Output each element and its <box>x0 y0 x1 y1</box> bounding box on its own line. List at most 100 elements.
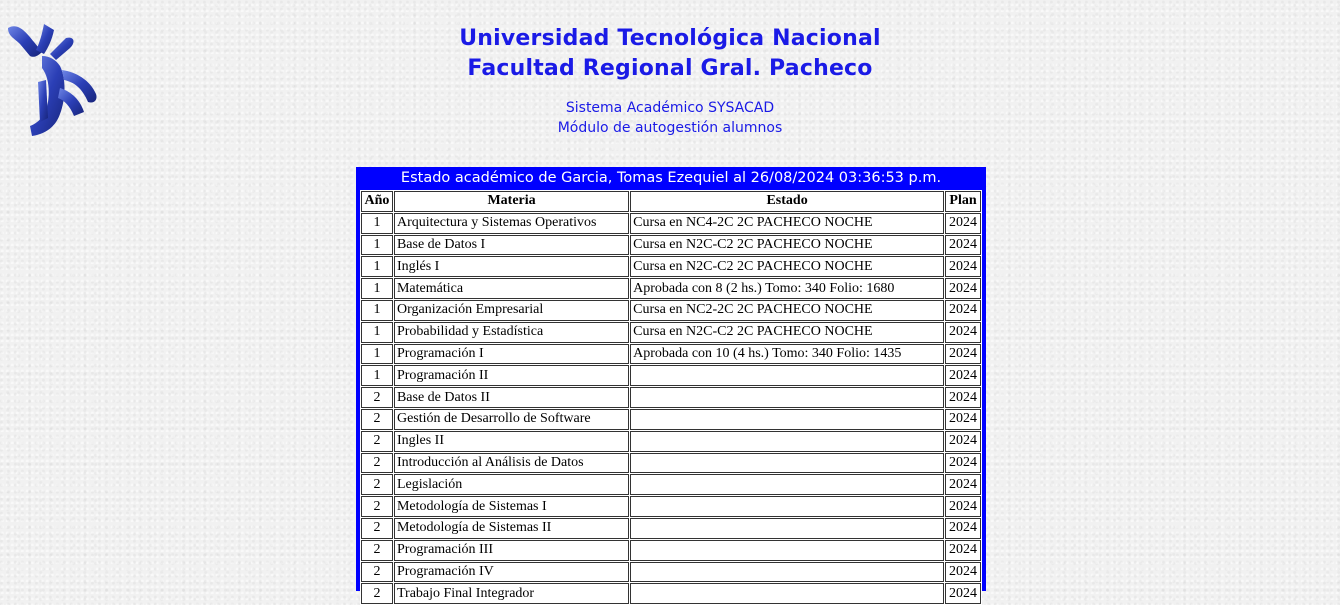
cell-materia: Base de Datos I <box>393 234 630 256</box>
cell-materia: Probabilidad y Estadística <box>393 321 630 343</box>
university-name: Universidad Tecnológica Nacional <box>459 26 881 51</box>
table-row: 2 Introducción al Análisis de Datos 2024 <box>361 452 981 474</box>
cell-materia: Introducción al Análisis de Datos <box>393 452 630 474</box>
cell-plan: 2024 <box>945 430 981 452</box>
cell-anio: 2 <box>361 474 393 496</box>
cell-plan: 2024 <box>945 256 981 278</box>
cell-estado <box>630 408 945 430</box>
module-name: Módulo de autogestión alumnos <box>557 120 783 136</box>
table-row: 2 Metodología de Sistemas II 2024 <box>361 517 981 539</box>
page-header: Universidad Tecnológica Nacional Faculta… <box>0 24 1340 138</box>
table-row: 2 Ingles II 2024 <box>361 430 981 452</box>
table-row: 2 Gestión de Desarrollo de Software 2024 <box>361 408 981 430</box>
cell-anio: 1 <box>361 343 393 365</box>
cell-plan: 2024 <box>945 452 981 474</box>
cell-materia: Metodología de Sistemas II <box>393 517 630 539</box>
cell-materia: Metodología de Sistemas I <box>393 496 630 517</box>
cell-plan: 2024 <box>945 234 981 256</box>
cell-estado: Cursa en NC4-2C 2C PACHECO NOCHE <box>630 212 945 234</box>
cell-estado: Cursa en NC2-2C 2C PACHECO NOCHE <box>630 299 945 321</box>
academic-status-panel: Estado académico de Garcia, Tomas Ezequi… <box>356 167 986 605</box>
cell-estado <box>630 474 945 496</box>
cell-anio: 2 <box>361 583 393 605</box>
cell-anio: 2 <box>361 452 393 474</box>
cell-materia: Base de Datos II <box>393 387 630 408</box>
cell-anio: 1 <box>361 365 393 387</box>
table-row: 2 Programación IV 2024 <box>361 561 981 583</box>
cell-plan: 2024 <box>945 299 981 321</box>
cell-materia: Inglés I <box>393 256 630 278</box>
table-row: 1 Base de Datos I Cursa en N2C-C2 2C PACHE… <box>361 234 981 256</box>
cell-plan: 2024 <box>945 212 981 234</box>
cell-anio: 1 <box>361 212 393 234</box>
table-row: 2 Metodología de Sistemas I 2024 <box>361 496 981 517</box>
cell-anio: 1 <box>361 278 393 299</box>
cell-estado <box>630 387 945 408</box>
column-header-estado: Estado <box>630 191 945 212</box>
cell-anio: 2 <box>361 496 393 517</box>
column-header-materia: Materia <box>393 191 630 212</box>
cell-anio: 2 <box>361 387 393 408</box>
cell-anio: 1 <box>361 321 393 343</box>
table-row: 2 Programación III 2024 <box>361 539 981 561</box>
cell-plan: 2024 <box>945 365 981 387</box>
table-row: 2 Trabajo Final Integrador 2024 <box>361 583 981 605</box>
cell-estado: Aprobada con 8 (2 hs.) Tomo: 340 Folio: … <box>630 278 945 299</box>
cell-materia: Programación III <box>393 539 630 561</box>
cell-estado: Cursa en N2C-C2 2C PACHECO NOCHE <box>630 234 945 256</box>
column-header-anio: Año <box>361 191 393 212</box>
table-row: 2 Legislación 2024 <box>361 474 981 496</box>
cell-anio: 1 <box>361 234 393 256</box>
cell-materia: Programación I <box>393 343 630 365</box>
column-header-plan: Plan <box>945 191 981 212</box>
faculty-name: Facultad Regional Gral. Pacheco <box>467 56 873 81</box>
cell-estado: Aprobada con 10 (4 hs.) Tomo: 340 Folio:… <box>630 343 945 365</box>
cell-estado <box>630 452 945 474</box>
cell-plan: 2024 <box>945 278 981 299</box>
cell-anio: 1 <box>361 299 393 321</box>
table-row: 1 Probabilidad y Estadística Cursa en N2C-… <box>361 321 981 343</box>
cell-materia: Gestión de Desarrollo de Software <box>393 408 630 430</box>
academic-status-caption: Estado académico de Garcia, Tomas Ezequi… <box>400 170 942 186</box>
cell-estado <box>630 430 945 452</box>
cell-estado: Cursa en N2C-C2 2C PACHECO NOCHE <box>630 256 945 278</box>
table-row: 1 Programación I Aprobada con 10 (4 hs.) T… <box>361 343 981 365</box>
cell-plan: 2024 <box>945 321 981 343</box>
cell-estado <box>630 539 945 561</box>
cell-materia: Ingles II <box>393 430 630 452</box>
cell-plan: 2024 <box>945 561 981 583</box>
cell-plan: 2024 <box>945 474 981 496</box>
cell-materia: Programación IV <box>393 561 630 583</box>
cell-plan: 2024 <box>945 387 981 408</box>
system-name: Sistema Académico SYSACAD <box>565 100 775 116</box>
academic-status-table: Año Materia Estado Plan 1 Arquitectura y … <box>360 190 982 605</box>
table-header-row: Año Materia Estado Plan <box>361 191 981 212</box>
cell-materia: Arquitectura y Sistemas Operativos <box>393 212 630 234</box>
cell-estado <box>630 496 945 517</box>
cell-plan: 2024 <box>945 539 981 561</box>
cell-estado <box>630 365 945 387</box>
cell-anio: 2 <box>361 408 393 430</box>
table-row: 1 Arquitectura y Sistemas Operativos Cursa… <box>361 212 981 234</box>
cell-anio: 2 <box>361 517 393 539</box>
cell-anio: 2 <box>361 561 393 583</box>
table-row: 2 Base de Datos II 2024 <box>361 387 981 408</box>
cell-estado: Cursa en N2C-C2 2C PACHECO NOCHE <box>630 321 945 343</box>
cell-estado <box>630 561 945 583</box>
cell-materia: Organización Empresarial <box>393 299 630 321</box>
table-row: 1 Programación II 2024 <box>361 365 981 387</box>
cell-materia: Trabajo Final Integrador <box>393 583 630 605</box>
table-row: 1 Matemática Aprobada con 8 (2 hs.) Tomo: … <box>361 278 981 299</box>
cell-plan: 2024 <box>945 583 981 605</box>
cell-estado <box>630 583 945 605</box>
cell-estado <box>630 517 945 539</box>
cell-materia: Matemática <box>393 278 630 299</box>
cell-materia: Legislación <box>393 474 630 496</box>
cell-materia: Programación II <box>393 365 630 387</box>
cell-plan: 2024 <box>945 408 981 430</box>
table-row: 1 Organización Empresarial Cursa en NC2-2C… <box>361 299 981 321</box>
cell-anio: 2 <box>361 539 393 561</box>
cell-anio: 1 <box>361 256 393 278</box>
table-row: 1 Inglés I Cursa en N2C-C2 2C PACHECO NOCH… <box>361 256 981 278</box>
cell-plan: 2024 <box>945 517 981 539</box>
